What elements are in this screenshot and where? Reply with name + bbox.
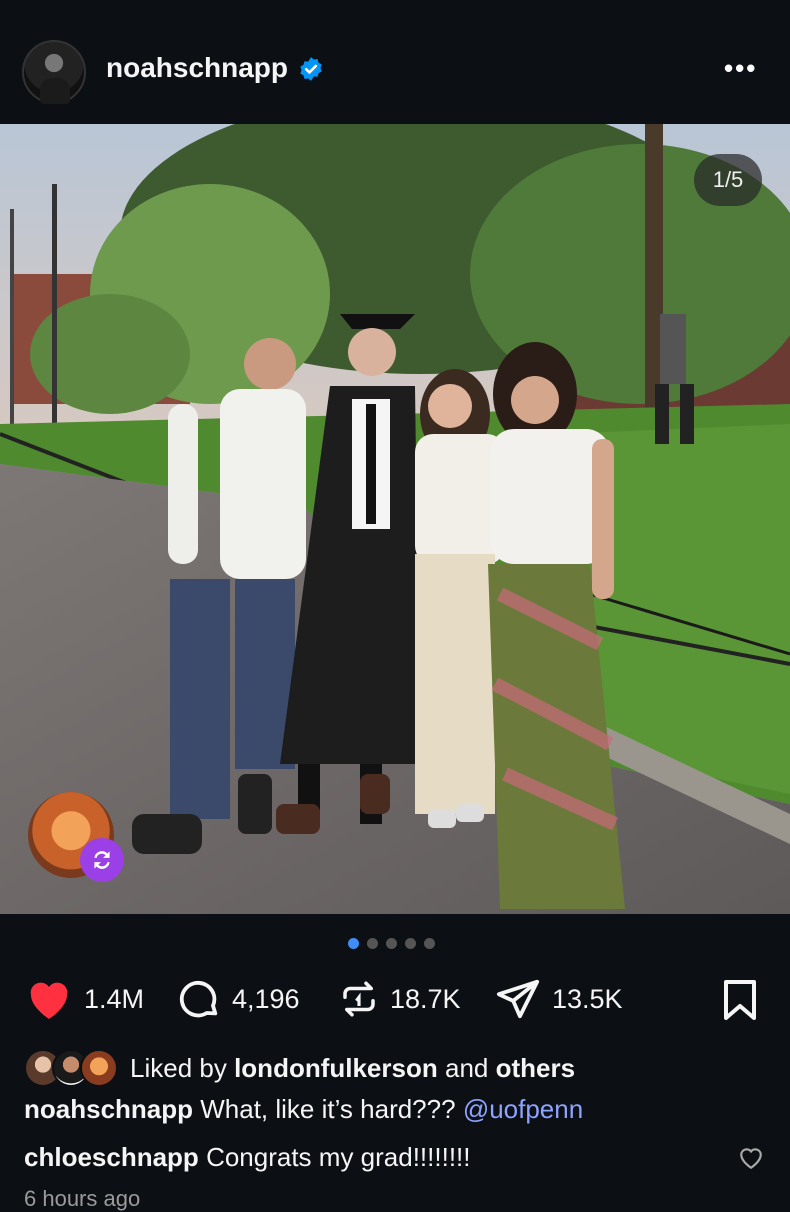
bookmark-icon[interactable]	[720, 978, 760, 1022]
profile-avatar[interactable]	[22, 40, 86, 104]
comment-button[interactable]: 4,196	[176, 974, 300, 1024]
post-username[interactable]: noahschnapp	[106, 52, 288, 84]
comment-username[interactable]: chloeschnapp	[24, 1142, 199, 1172]
liked-by-username[interactable]: londonfulkerson	[234, 1053, 438, 1083]
repost-icon	[343, 981, 375, 1017]
post-timestamp: 6 hours ago	[24, 1186, 141, 1211]
comment-count: 4,196	[232, 983, 300, 1014]
carousel-dot[interactable]	[367, 938, 378, 949]
paper-plane-icon	[496, 979, 540, 1019]
like-count: 1.4M	[84, 983, 145, 1014]
more-options-icon[interactable]: •••	[724, 55, 757, 81]
slide-counter: 1/5	[694, 154, 762, 206]
repost-count: 18.7K	[390, 983, 461, 1014]
post-caption: noahschnapp What, like it’s hard??? @uof…	[24, 1094, 583, 1125]
post-photo[interactable]	[0, 124, 790, 914]
carousel-dot[interactable]	[405, 938, 416, 949]
comment-bubble-icon	[179, 980, 218, 1018]
share-button[interactable]: 13.5K	[494, 974, 623, 1024]
repost-button[interactable]: 18.7K	[338, 974, 461, 1024]
comment-like-icon[interactable]	[738, 1146, 764, 1170]
carousel-dot[interactable]	[386, 938, 397, 949]
caption-username[interactable]: noahschnapp	[24, 1094, 193, 1124]
liked-by-text: Liked by londonfulkerson and others	[130, 1052, 576, 1083]
top-comment: chloeschnapp Congrats my grad!!!!!!!!	[24, 1142, 471, 1173]
remix-icon[interactable]	[80, 838, 124, 882]
heart-icon	[30, 982, 68, 1019]
caption-mention[interactable]: @uofpenn	[463, 1094, 583, 1124]
post-header: noahschnapp •••	[0, 14, 790, 124]
carousel-dot[interactable]	[424, 938, 435, 949]
liked-by-row[interactable]: Liked by londonfulkerson and others	[24, 1046, 575, 1090]
action-bar: 1.4M 4,196 18.7K 13.5K	[0, 974, 790, 1024]
liker-avatar	[80, 1049, 118, 1087]
like-button[interactable]: 1.4M	[24, 974, 144, 1024]
status-strip	[0, 0, 790, 14]
liked-by-others[interactable]: others	[496, 1053, 575, 1083]
verified-badge-icon	[300, 57, 322, 81]
share-count: 13.5K	[552, 983, 623, 1014]
carousel-dots	[348, 938, 435, 949]
carousel-dot-active[interactable]	[348, 938, 359, 949]
caption-text: What, like it’s hard???	[200, 1094, 456, 1124]
comment-text: Congrats my grad!!!!!!!!	[206, 1142, 471, 1172]
